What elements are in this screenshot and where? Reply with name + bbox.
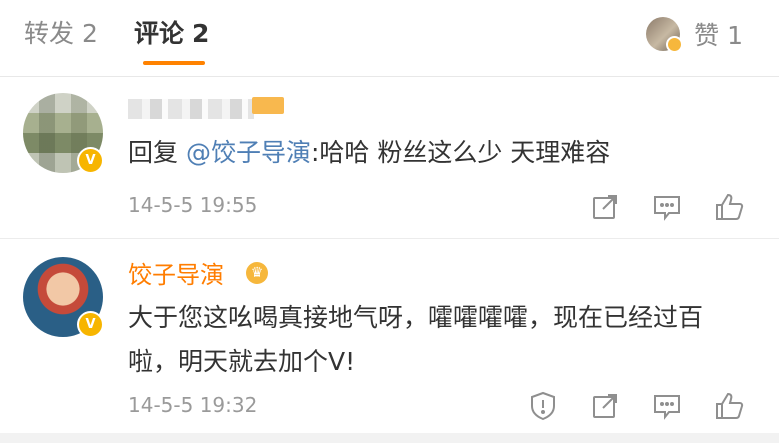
- comment-actions: [527, 390, 745, 422]
- tab-likes-label: 赞: [694, 21, 720, 50]
- comment-timestamp: 14-5-5 19:55: [128, 193, 258, 217]
- share-icon[interactable]: [589, 191, 621, 223]
- comment-body: :哈哈 粉丝这么少 天理难容: [310, 138, 611, 167]
- comment-timestamp: 14-5-5 19:32: [128, 393, 258, 417]
- tab-comment-label: 评论: [134, 19, 185, 48]
- tab-comment-count: 2: [192, 19, 210, 48]
- bottom-divider: [0, 433, 779, 443]
- comment-icon[interactable]: [651, 191, 683, 223]
- comment-text: 大于您这吆喝真接地气呀，嚯嚯嚯嚯，现在已经过百啦，明天就去加个V!: [128, 303, 704, 376]
- tab-likes[interactable]: 赞1: [646, 14, 743, 54]
- report-icon[interactable]: [527, 390, 559, 422]
- tab-comment[interactable]: 评论 2: [134, 14, 209, 54]
- comment-tabs-header: 转发 2 评论 2 赞1: [0, 0, 779, 77]
- blurred-username: [128, 99, 254, 119]
- liker-avatar[interactable]: [646, 17, 684, 53]
- comment-username[interactable]: 饺子导演: [128, 259, 224, 291]
- tab-repost-label: 转发: [24, 19, 75, 48]
- active-tab-indicator: [143, 61, 205, 65]
- comment-username[interactable]: [128, 95, 254, 121]
- comment-item: V 回复 @饺子导演:哈哈 粉丝这么少 天理难容 14-5-5 19:55: [0, 77, 779, 239]
- thumb-up-icon[interactable]: [713, 390, 745, 422]
- verified-badge-icon: V: [77, 147, 104, 174]
- comment-icon[interactable]: [651, 390, 683, 422]
- comment-actions: [589, 191, 745, 223]
- likes-label-wrap: 赞1: [694, 16, 743, 52]
- tab-repost-count: 2: [82, 19, 98, 48]
- crown-icon: ♛: [246, 262, 268, 284]
- verified-badge-icon: V: [77, 311, 104, 338]
- mention-link[interactable]: @饺子导演: [186, 138, 311, 167]
- thumb-up-icon[interactable]: [713, 191, 745, 223]
- comment-item: V 饺子导演 ♛ 大于您这吆喝真接地气呀，嚯嚯嚯嚯，现在已经过百啦，明天就去加个…: [0, 239, 779, 433]
- verified-dot-icon: [666, 36, 684, 53]
- level-badge-icon: [252, 97, 284, 114]
- tab-repost[interactable]: 转发 2: [24, 14, 98, 54]
- comment-text: 回复 @饺子导演:哈哈 粉丝这么少 天理难容: [128, 131, 748, 175]
- tab-likes-count: 1: [727, 21, 743, 50]
- share-icon[interactable]: [589, 390, 621, 422]
- reply-prefix: 回复: [128, 138, 179, 167]
